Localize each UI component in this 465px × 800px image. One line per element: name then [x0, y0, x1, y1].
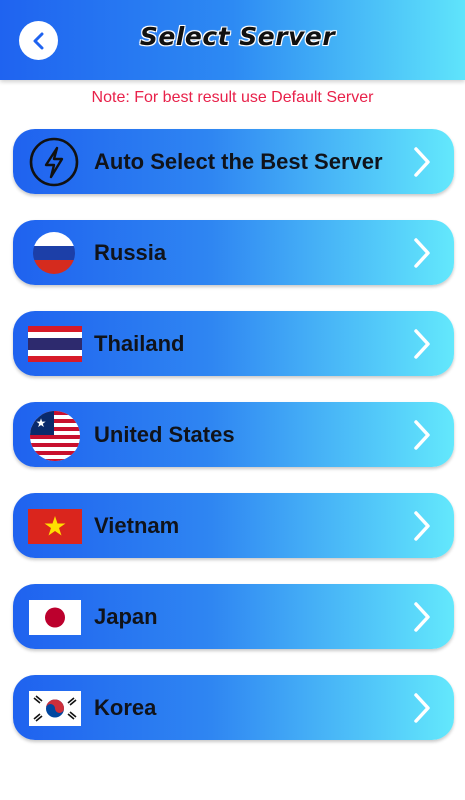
server-item-vietnam[interactable]: Vietnam [13, 493, 454, 558]
server-label: Auto Select the Best Server [94, 149, 383, 174]
server-label: Vietnam [94, 513, 180, 538]
server-label: Korea [94, 695, 157, 720]
server-label: Thailand [94, 331, 185, 356]
server-label: Russia [94, 240, 167, 265]
lightning-bolt-icon [29, 137, 79, 187]
korea-flag-icon [29, 691, 81, 726]
server-item-thailand[interactable]: Thailand [13, 311, 454, 376]
vietnam-flag-icon [28, 509, 82, 544]
server-label: Japan [94, 604, 158, 629]
thailand-flag-icon [28, 326, 82, 362]
top-app-bar: Select Server [0, 0, 465, 80]
chevron-right-icon [414, 420, 430, 450]
server-list: Auto Select the Best Server Russia Thail… [13, 129, 454, 766]
chevron-right-icon [414, 329, 430, 359]
us-flag-icon: ★ [30, 411, 80, 461]
server-label: United States [94, 422, 235, 447]
server-item-auto[interactable]: Auto Select the Best Server [13, 129, 454, 194]
page-title: Select Server [139, 22, 336, 51]
server-item-japan[interactable]: Japan [13, 584, 454, 649]
chevron-right-icon [414, 693, 430, 723]
server-item-russia[interactable]: Russia [13, 220, 454, 285]
chevron-right-icon [414, 147, 430, 177]
server-item-united-states[interactable]: ★ United States [13, 402, 454, 467]
note-text: Note: For best result use Default Server [91, 89, 374, 106]
server-item-korea[interactable]: Korea [13, 675, 454, 740]
svg-text:★: ★ [36, 416, 47, 430]
japan-flag-icon [29, 600, 81, 635]
russia-flag-icon [33, 232, 75, 274]
chevron-right-icon [414, 238, 430, 268]
chevron-right-icon [414, 602, 430, 632]
chevron-right-icon [414, 511, 430, 541]
